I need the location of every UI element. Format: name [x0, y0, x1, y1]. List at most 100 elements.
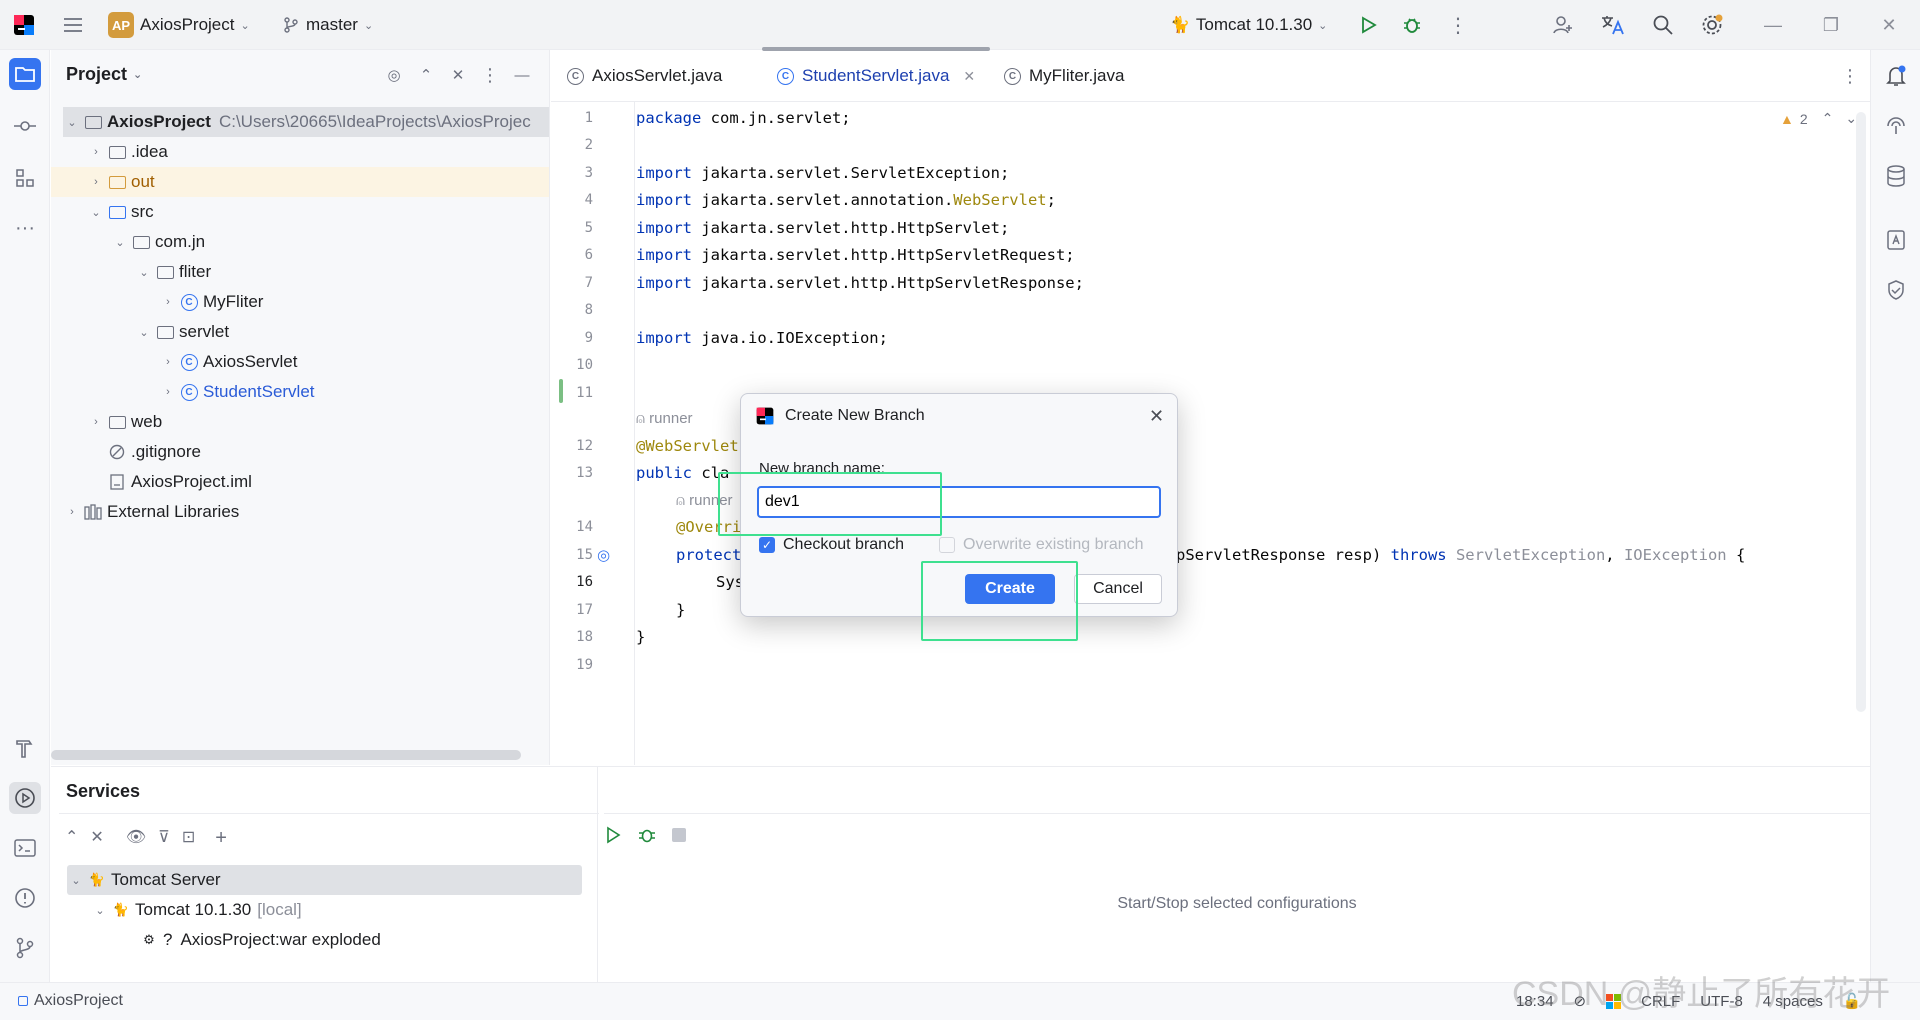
- expand-all-icon[interactable]: ⌃: [415, 64, 437, 86]
- tree-item-com-jn[interactable]: ⌄ com.jn: [63, 227, 549, 257]
- tree-item-fliter[interactable]: ⌄ fliter: [63, 257, 549, 287]
- tree-item-myfliter[interactable]: › C MyFliter: [63, 287, 549, 317]
- more-actions-icon[interactable]: ⋮: [1448, 0, 1468, 50]
- database-icon[interactable]: [1880, 160, 1912, 192]
- project-panel-title[interactable]: Project ⌄: [66, 64, 142, 85]
- tree-item-axiosproject[interactable]: ⌄ AxiosProject C:\Users\20665\IdeaProjec…: [63, 107, 549, 137]
- tree-item-gitignore[interactable]: .gitignore: [63, 437, 549, 467]
- terminal-icon[interactable]: [9, 832, 41, 864]
- code-line: public cla: [636, 464, 730, 482]
- tree-item-out[interactable]: › out: [51, 167, 549, 197]
- service-label: AxiosProject:war exploded: [180, 930, 381, 949]
- service-artifact[interactable]: ⚙ ? AxiosProject:war exploded: [137, 925, 577, 955]
- main-menu-icon[interactable]: [62, 0, 84, 50]
- search-icon[interactable]: [1652, 0, 1674, 50]
- tab-options-icon[interactable]: ⋮: [1841, 50, 1859, 102]
- service-tomcat-instance[interactable]: ⌄ 🐈 Tomcat 10.1.30 [local]: [91, 895, 581, 925]
- minimize-window-icon[interactable]: —: [1760, 12, 1786, 38]
- chevron-down-icon: ⌄: [1318, 19, 1328, 32]
- tree-item-axiosservlet[interactable]: › C AxiosServlet: [63, 347, 549, 377]
- close-window-icon[interactable]: ✕: [1876, 12, 1902, 38]
- project-switcher[interactable]: AP AxiosProject ⌄: [108, 0, 250, 50]
- author-hint[interactable]: ⍝ runner: [636, 410, 693, 427]
- commit-icon[interactable]: [9, 110, 41, 142]
- breadcrumb[interactable]: AxiosProject: [18, 992, 123, 1010]
- more-tool-windows-icon[interactable]: ···: [9, 212, 41, 244]
- settings-gear-icon[interactable]: [1700, 0, 1724, 50]
- chevron-up-icon[interactable]: ⌃: [1822, 110, 1834, 127]
- ai-assistant-icon[interactable]: [1880, 110, 1912, 142]
- structure-icon[interactable]: [9, 162, 41, 194]
- collapse-all-icon[interactable]: ✕: [447, 64, 469, 86]
- chevron-right-icon: ›: [166, 296, 170, 308]
- folder-icon: [107, 143, 127, 161]
- debug-button[interactable]: [1402, 0, 1422, 50]
- override-gutter-icon[interactable]: ◎: [597, 546, 610, 564]
- line-number-gutter: 1 2 3 4 5 6 7 8 9 10 11 12 13 14 15 ◎ 16…: [551, 102, 635, 765]
- git-icon[interactable]: [9, 932, 41, 964]
- code-line: import jakarta.servlet.http.HttpServletR…: [636, 274, 1084, 292]
- line-number: 19: [576, 657, 593, 673]
- tree-item-iml[interactable]: AxiosProject.iml: [63, 467, 549, 497]
- hide-panel-icon[interactable]: —: [511, 64, 533, 86]
- tree-item-label: fliter: [179, 262, 212, 281]
- security-shield-icon[interactable]: [1880, 274, 1912, 306]
- tab-axiosservlet[interactable]: C AxiosServlet.java: [567, 50, 722, 102]
- package-icon: [155, 263, 175, 281]
- checkout-branch-checkbox[interactable]: ✓ Checkout branch: [759, 536, 904, 554]
- cancel-button[interactable]: Cancel: [1074, 574, 1162, 604]
- inspection-widget[interactable]: ▲ 2 ⌃ ⌄: [1780, 110, 1857, 127]
- tree-item-src[interactable]: ⌄ src: [63, 197, 549, 227]
- debug-icon[interactable]: [638, 826, 656, 844]
- code-line: import java.io.IOException;: [636, 329, 888, 347]
- close-tab-icon[interactable]: ✕: [963, 68, 975, 85]
- run-button[interactable]: [1358, 0, 1378, 50]
- text-book-icon[interactable]: [1880, 224, 1912, 256]
- close-icon[interactable]: ✕: [1149, 406, 1164, 427]
- service-label: Tomcat 10.1.30: [135, 900, 252, 919]
- intellij-logo-icon[interactable]: [12, 0, 36, 50]
- source-folder-icon: [107, 203, 127, 221]
- project-tool-window-icon[interactable]: [9, 58, 41, 90]
- module-icon: [18, 996, 28, 1006]
- options-icon[interactable]: ⋮: [479, 64, 501, 86]
- run-icon[interactable]: [604, 826, 622, 844]
- collapse-all-icon[interactable]: ✕: [90, 827, 103, 850]
- translate-icon[interactable]: [1600, 0, 1626, 50]
- horizontal-scrollbar[interactable]: [51, 750, 521, 760]
- filter-icon[interactable]: ⊽: [158, 827, 170, 850]
- tree-item-label: src: [131, 202, 154, 221]
- eye-icon[interactable]: 👁: [126, 827, 146, 850]
- code-line: }: [636, 628, 646, 646]
- vertical-scrollbar[interactable]: [1856, 112, 1866, 712]
- chevron-down-icon: ⌄: [115, 236, 125, 249]
- tab-studentservlet[interactable]: C StudentServlet.java ✕: [777, 50, 975, 102]
- vcs-change-marker[interactable]: [559, 379, 563, 403]
- notifications-icon[interactable]: [1880, 60, 1912, 92]
- tree-item-idea[interactable]: › .idea: [63, 137, 549, 167]
- run-config-selector[interactable]: 🐈 Tomcat 10.1.30 ⌄: [1170, 0, 1327, 50]
- build-hammer-icon[interactable]: [9, 732, 41, 764]
- line-number: 12: [576, 438, 593, 454]
- tab-myfliter[interactable]: C MyFliter.java: [1004, 50, 1124, 102]
- new-group-icon[interactable]: ⊡: [182, 827, 195, 850]
- services-tool-window-icon[interactable]: [9, 782, 41, 814]
- service-tomcat-server[interactable]: ⌄ 🐈 Tomcat Server: [67, 865, 582, 895]
- branch-switcher[interactable]: master ⌄: [282, 0, 373, 50]
- code-with-me-icon[interactable]: [1552, 0, 1574, 50]
- line-number: 2: [584, 137, 593, 153]
- tree-item-studentservlet[interactable]: › C StudentServlet: [63, 377, 549, 407]
- tree-item-web[interactable]: › web: [63, 407, 549, 437]
- add-service-icon[interactable]: +: [215, 827, 227, 850]
- overwrite-branch-checkbox[interactable]: Overwrite existing branch: [939, 536, 1144, 554]
- expand-all-icon[interactable]: ⌃: [65, 827, 78, 850]
- chevron-right-icon: ›: [94, 146, 98, 158]
- problems-icon[interactable]: [9, 882, 41, 914]
- restore-window-icon[interactable]: ❐: [1818, 12, 1844, 38]
- service-label: Tomcat Server: [111, 870, 221, 889]
- stop-icon[interactable]: [672, 828, 686, 842]
- artifact-icon: ⚙: [143, 932, 155, 947]
- tree-item-servlet[interactable]: ⌄ servlet: [63, 317, 549, 347]
- tree-item-external-libraries[interactable]: › External Libraries: [63, 497, 549, 527]
- locate-target-icon[interactable]: ◎: [383, 64, 405, 86]
